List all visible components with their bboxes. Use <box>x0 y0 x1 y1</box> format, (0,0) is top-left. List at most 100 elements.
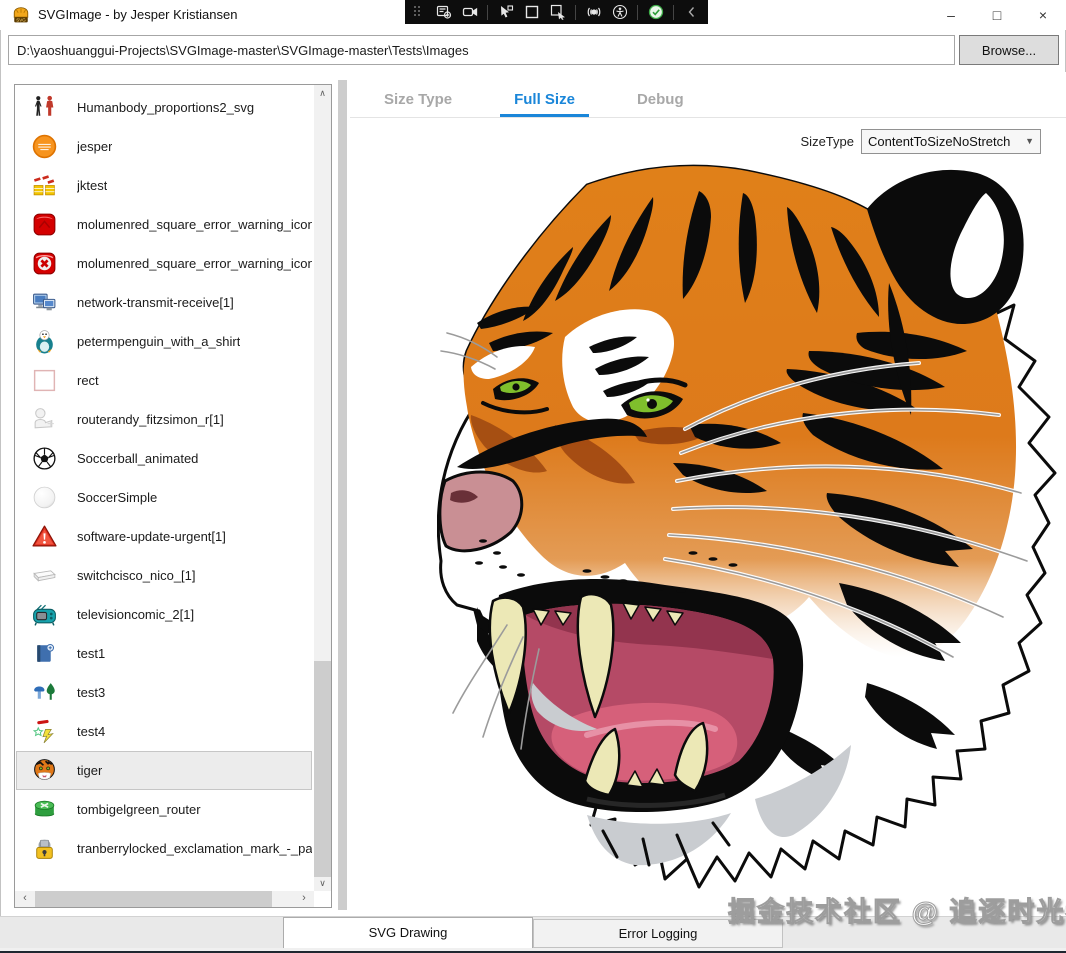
file-label: test4 <box>77 724 105 739</box>
file-label: jktest <box>77 178 107 193</box>
recorder-toolbar <box>405 0 708 24</box>
vertical-scroll-thumb[interactable] <box>314 661 331 877</box>
redsquare-x-icon <box>31 250 58 277</box>
size-type-label: SizeType <box>801 134 854 149</box>
file-label: tiger <box>77 763 102 778</box>
padlock-icon <box>31 835 58 862</box>
redsquare-icon <box>31 211 58 238</box>
network-icon <box>31 289 58 316</box>
size-type-row: SizeType ContentToSizeNoStretch ▼ <box>350 128 1066 154</box>
list-item-molumenred_square_error_warning_icon_1[interactable]: molumenred_square_error_warning_icon_1 <box>16 244 312 283</box>
path-bar: Browse... <box>0 34 1066 66</box>
horizontal-scroll-thumb[interactable] <box>35 891 272 907</box>
panel-scrollbar[interactable] <box>336 80 349 910</box>
window-bottom-edge <box>0 948 1066 953</box>
tab-debug[interactable]: Debug <box>623 85 698 117</box>
file-label: Soccerball_animated <box>77 451 198 466</box>
file-label: test3 <box>77 685 105 700</box>
bottom-tab-svg-drawing[interactable]: SVG Drawing <box>283 917 533 949</box>
file-label: network-transmit-receive[1] <box>77 295 234 310</box>
capture-settings-icon[interactable] <box>435 4 452 21</box>
list-item-rect[interactable]: rect <box>16 361 312 400</box>
list-vertical-scrollbar[interactable]: ∧ ∨ <box>314 85 331 891</box>
tv-icon <box>31 601 58 628</box>
list-item-jesper[interactable]: jesper <box>16 127 312 166</box>
file-label: SoccerSimple <box>77 490 157 505</box>
toolbar-divider <box>487 5 488 20</box>
svg-text:SVG: SVG <box>16 18 26 23</box>
scroll-right-icon[interactable]: › <box>296 891 312 907</box>
webcam-icon[interactable] <box>585 4 602 21</box>
window-select-icon[interactable] <box>549 4 566 21</box>
window-title: SVGImage - by Jesper Kristiansen <box>38 7 237 22</box>
rect-icon <box>31 367 58 394</box>
file-label: molumenred_square_error_warning_icon <box>77 217 312 232</box>
list-item-tiger[interactable]: tiger <box>16 751 312 790</box>
file-list-panel: Humanbody_proportions2_svgjesper jktest mo… <box>14 84 332 908</box>
list-item-petermpenguin_with_a_shirt[interactable]: petermpenguin_with_a_shirt <box>16 322 312 361</box>
file-label: televisioncomic_2[1] <box>77 607 194 622</box>
main-panel: Size Type Full Size Debug SizeType Content… <box>350 72 1066 916</box>
test3-icon <box>31 679 58 706</box>
app-window: SVG SVGImage - by Jesper Kristiansen –□×… <box>0 0 1066 953</box>
file-label: rect <box>77 373 99 388</box>
humanbody-icon <box>31 94 58 121</box>
test4-icon <box>31 718 58 745</box>
file-label: Humanbody_proportions2_svg <box>77 100 254 115</box>
soccerball-icon <box>31 445 58 472</box>
router-green-icon <box>31 796 58 823</box>
list-item-molumenred_square_error_warning_icon[interactable]: molumenred_square_error_warning_icon <box>16 205 312 244</box>
file-label: petermpenguin_with_a_shirt <box>77 334 240 349</box>
list-horizontal-scrollbar[interactable]: ‹ › <box>15 891 314 907</box>
window-controls: –□× <box>928 0 1066 30</box>
list-item-test3[interactable]: test3 <box>16 673 312 712</box>
close-button[interactable]: × <box>1020 0 1066 30</box>
list-item-tombigelgreen_router[interactable]: tombigelgreen_router <box>16 790 312 829</box>
list-item-jktest[interactable]: jktest <box>16 166 312 205</box>
list-item-televisioncomic_2[1][interactable]: televisioncomic_2[1] <box>16 595 312 634</box>
file-label: switchcisco_nico_[1] <box>77 568 196 583</box>
file-label: molumenred_square_error_warning_icon_1 <box>77 256 312 271</box>
list-item-SoccerSimple[interactable]: SoccerSimple <box>16 478 312 517</box>
list-item-network-transmit-receive[1][interactable]: network-transmit-receive[1] <box>16 283 312 322</box>
svg-preview-canvas <box>437 163 1057 893</box>
toolbar-divider <box>637 5 638 20</box>
scroll-up-icon[interactable]: ∧ <box>314 85 331 101</box>
list-item-test1[interactable]: test1 <box>16 634 312 673</box>
toolbar-divider <box>673 5 674 20</box>
tab-full-size[interactable]: Full Size <box>500 85 589 117</box>
accessibility-icon[interactable] <box>611 4 628 21</box>
watermark-text: 掘金技术社区 @ 追逐时光者 <box>728 890 1066 929</box>
collapse-left-icon[interactable] <box>683 4 700 21</box>
list-item-routerandy_fitzsimon_r[1][interactable]: routerandy_fitzsimon_r[1] <box>16 400 312 439</box>
tab-size-type[interactable]: Size Type <box>370 85 466 117</box>
list-item-software-update-urgent[1][interactable]: software-update-urgent[1] <box>16 517 312 556</box>
browse-button[interactable]: Browse... <box>959 35 1059 65</box>
cursor-select-icon[interactable] <box>497 4 514 21</box>
switch-icon <box>31 562 58 589</box>
region-select-icon[interactable] <box>523 4 540 21</box>
app-logo-icon: SVG <box>12 6 30 24</box>
list-item-Humanbody_proportions2_svg[interactable]: Humanbody_proportions2_svg <box>16 88 312 127</box>
grip-handle-icon[interactable] <box>409 4 426 21</box>
list-item-Soccerball_animated[interactable]: Soccerball_animated <box>16 439 312 478</box>
list-item-switchcisco_nico_[1][interactable]: switchcisco_nico_[1] <box>16 556 312 595</box>
scroll-left-icon[interactable]: ‹ <box>17 891 33 907</box>
scroll-down-icon[interactable]: ∨ <box>314 875 331 891</box>
camera-icon[interactable] <box>461 4 478 21</box>
confirm-check-icon[interactable] <box>647 4 664 21</box>
minimize-button[interactable]: – <box>928 0 974 30</box>
size-type-dropdown[interactable]: ContentToSizeNoStretch ▼ <box>861 129 1041 154</box>
folder-path-input[interactable] <box>8 35 955 65</box>
list-item-test4[interactable]: test4 <box>16 712 312 751</box>
maximize-button[interactable]: □ <box>974 0 1020 30</box>
chevron-down-icon: ▼ <box>1025 136 1034 146</box>
tiger-image <box>437 163 1057 893</box>
tiger-icon <box>31 757 58 784</box>
soccer-simple-icon <box>31 484 58 511</box>
file-label: tranberrylocked_exclamation_mark_-_padlo… <box>77 841 312 856</box>
list-item-tranberrylocked_exclamation_mark_-_padlock[interactable]: tranberrylocked_exclamation_mark_-_padlo… <box>16 829 312 868</box>
test1-icon <box>31 640 58 667</box>
title-bar: SVG SVGImage - by Jesper Kristiansen –□× <box>0 0 1066 30</box>
file-label: tombigelgreen_router <box>77 802 201 817</box>
